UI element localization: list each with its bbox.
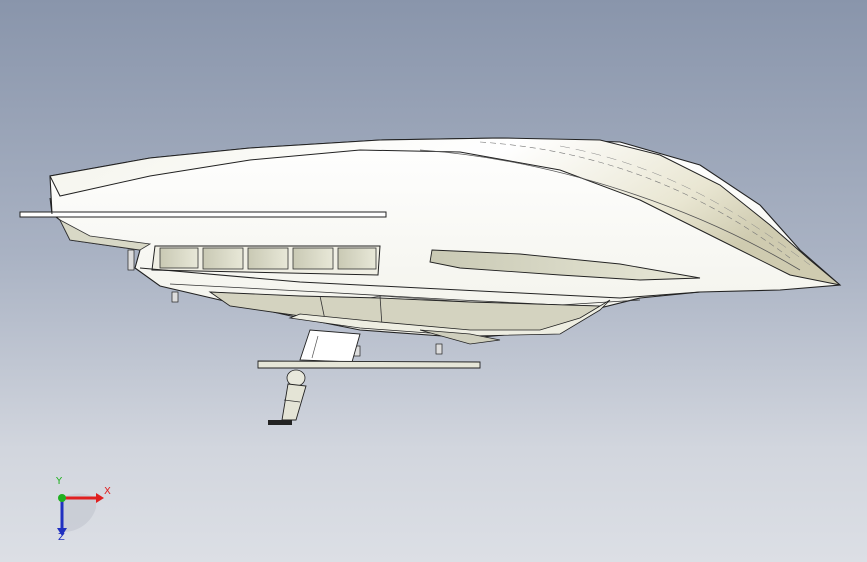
- strut-joint: [286, 369, 306, 387]
- deck-rail: [19, 211, 387, 218]
- x-axis-arrow: [96, 493, 104, 503]
- hydrofoil-wing: [257, 360, 481, 369]
- x-axis-label: X: [104, 486, 111, 497]
- fitting-1: [127, 249, 135, 271]
- axis-triad: X Y Z: [40, 476, 120, 548]
- strut-leg: [281, 383, 307, 421]
- window-2: [202, 247, 244, 270]
- y-axis-label: Y: [56, 476, 63, 487]
- fitting-2: [171, 291, 179, 303]
- yacht-model[interactable]: [0, 0, 867, 562]
- window-3: [247, 247, 289, 270]
- cad-viewport[interactable]: X Y Z: [0, 0, 867, 562]
- window-4: [292, 247, 334, 270]
- window-1: [159, 247, 199, 269]
- y-axis-dot: [58, 494, 66, 502]
- strut-housing: [299, 329, 361, 363]
- strut-foot: [268, 420, 292, 425]
- z-axis-label: Z: [58, 532, 65, 543]
- window-5: [337, 247, 377, 270]
- fitting-4: [435, 343, 443, 355]
